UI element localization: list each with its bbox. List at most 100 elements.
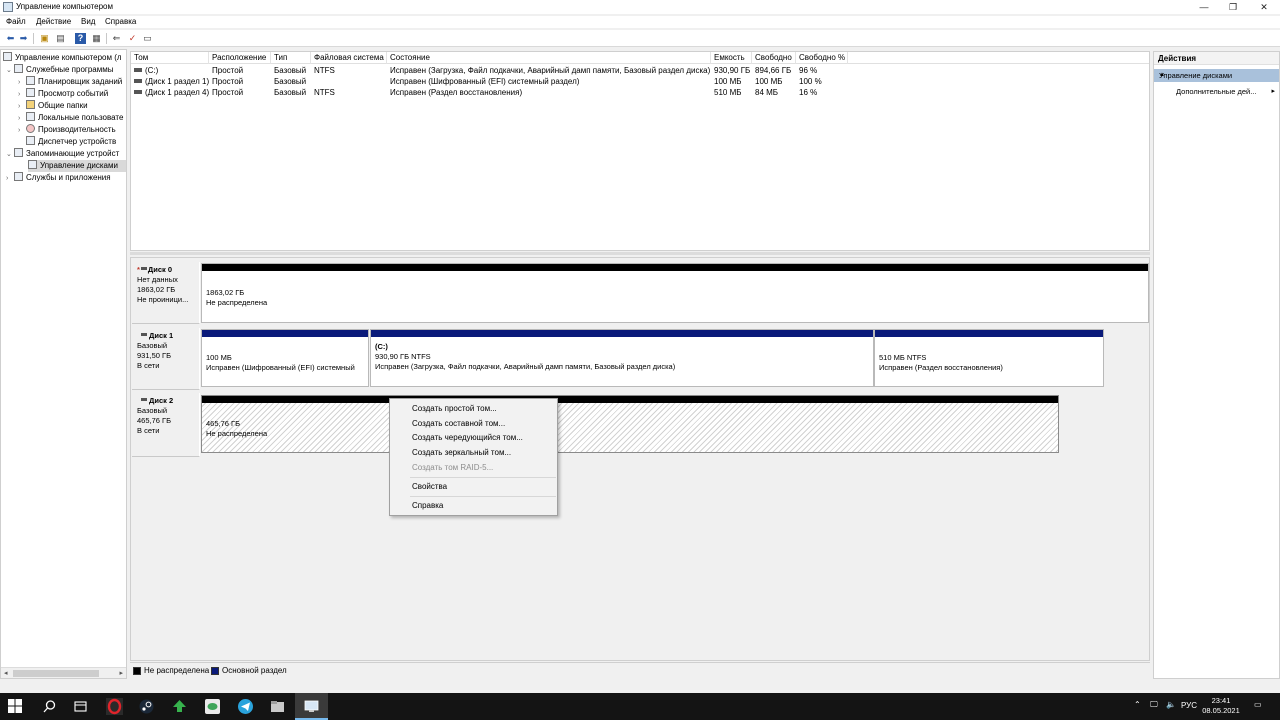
column-status[interactable]: Состояние <box>387 52 711 64</box>
tree-item-label: Локальные пользовате <box>38 113 124 122</box>
disk-1-label[interactable]: Диск 1 Базовый 931,50 ГБ В сети <box>132 328 200 390</box>
navigation-tree: Управление компьютером (л ⌄ Служебные про… <box>0 49 127 679</box>
tree-item-label: Общие папки <box>38 101 88 110</box>
volume-icon[interactable]: 🔈 <box>1166 700 1176 709</box>
collapse-chevron-icon[interactable]: ⌄ <box>6 149 14 161</box>
taskbar-active-app[interactable] <box>295 693 328 720</box>
volume-layout: Простой <box>212 77 244 86</box>
tree-item-event-viewer[interactable]: › Просмотр событий <box>18 88 108 100</box>
menu-item-new-simple-volume[interactable]: Создать простой том... <box>412 404 497 413</box>
tree-item-computer-management[interactable]: Управление компьютером (л <box>3 52 122 64</box>
table-row[interactable]: (Диск 1 раздел 1) Простой Базовый Исправ… <box>131 76 1149 87</box>
menu-view[interactable]: Вид <box>81 17 95 26</box>
disk-state: В сети <box>137 426 160 435</box>
tree-item-storage[interactable]: ⌄ Запоминающие устройст <box>6 148 119 160</box>
partition-size: 1863,02 ГБ <box>206 288 245 297</box>
task-view-icon[interactable] <box>72 698 89 715</box>
disk-icon <box>140 267 147 270</box>
column-type[interactable]: Тип <box>271 52 311 64</box>
expand-chevron-icon[interactable]: › <box>18 125 26 137</box>
notifications-icon[interactable]: ▭ <box>1254 700 1262 709</box>
actions-section-disk-management[interactable]: Управление дисками ▲ <box>1154 69 1279 82</box>
opera-icon[interactable] <box>106 698 123 715</box>
help-icon[interactable]: ? <box>75 33 86 44</box>
column-free-percent[interactable]: Свободно % <box>796 52 848 64</box>
column-volume[interactable]: Том <box>131 52 209 64</box>
menu-action[interactable]: Действие <box>36 17 71 26</box>
tree-item-system-tools[interactable]: ⌄ Служебные программы <box>6 64 113 76</box>
app-icon-white[interactable] <box>204 698 221 715</box>
tree-item-performance[interactable]: › Производительность <box>18 124 116 136</box>
disk-0-unallocated[interactable]: 1863,02 ГБ Не распределена <box>201 263 1149 323</box>
disk-1-c-partition[interactable]: (C:) 930,90 ГБ NTFS Исправен (Загрузка, … <box>370 329 874 387</box>
disk-1-efi-partition[interactable]: 100 МБ Исправен (Шифрованный (EFI) систе… <box>201 329 369 387</box>
tree-item-shared-folders[interactable]: › Общие папки <box>18 100 88 112</box>
collapse-icon[interactable]: ▲ <box>1159 72 1275 78</box>
disk-2-label[interactable]: Диск 2 Базовый 465,76 ГБ В сети <box>132 393 200 457</box>
menu-item-properties[interactable]: Свойства <box>412 482 447 491</box>
back-icon[interactable]: ⬅ <box>5 33 16 44</box>
tree-item-disk-management[interactable]: Управление дисками <box>28 160 126 172</box>
services-icon <box>14 172 23 181</box>
column-layout[interactable]: Расположение <box>209 52 271 64</box>
menu-file[interactable]: Файл <box>6 17 26 26</box>
menu-item-new-mirrored-volume[interactable]: Создать зеркальный том... <box>412 448 511 457</box>
scroll-left-icon[interactable]: ◂ <box>4 668 8 678</box>
pane-splitter[interactable] <box>130 252 1150 255</box>
volume-type: Базовый <box>274 88 307 97</box>
clock[interactable]: 23:41 08.05.2021 <box>1200 696 1242 716</box>
network-icon[interactable]: 🖵 <box>1150 700 1158 710</box>
actions-title: Действия <box>1158 54 1197 63</box>
partition-status: Не распределена <box>206 429 268 438</box>
checklist-icon[interactable]: ✓ <box>127 33 138 44</box>
clock-icon <box>26 76 35 85</box>
minimize-button[interactable]: — <box>1190 0 1218 14</box>
tree-item-label: Службы и приложения <box>26 173 111 182</box>
more-actions-link[interactable]: Дополнительные дей... <box>1176 87 1256 96</box>
tree-item-services-apps[interactable]: › Службы и приложения <box>6 172 111 184</box>
up-folder-icon[interactable]: ▣ <box>39 33 50 44</box>
language-indicator[interactable]: РУС <box>1181 701 1197 710</box>
disk-0-label[interactable]: * Диск 0 Нет данных 1863,02 ГБ Не проиниц… <box>132 262 200 324</box>
disk-map: * Диск 0 Нет данных 1863,02 ГБ Не проиниц… <box>130 257 1150 661</box>
telegram-icon[interactable] <box>237 698 254 715</box>
disk-state: Не проиници... <box>137 295 189 304</box>
partition-status: Исправен (Раздел восстановления) <box>879 363 1003 372</box>
view-icon[interactable]: ▦ <box>91 33 102 44</box>
storage-icon <box>14 148 23 157</box>
file-explorer-icon[interactable] <box>269 698 286 715</box>
search-icon[interactable] <box>41 698 58 715</box>
forward-icon[interactable]: ➡ <box>18 33 29 44</box>
partition-size: 930,90 ГБ NTFS <box>375 352 431 361</box>
show-hide-tree-icon[interactable]: ▤ <box>55 33 66 44</box>
menu-item-help[interactable]: Справка <box>412 501 443 510</box>
column-capacity[interactable]: Емкость <box>711 52 752 64</box>
column-free[interactable]: Свободно <box>752 52 796 64</box>
tree-item-task-scheduler[interactable]: › Планировщик заданий <box>18 76 122 88</box>
menu-help[interactable]: Справка <box>105 17 136 26</box>
collapse-chevron-icon[interactable]: ⌄ <box>6 65 14 77</box>
restore-button[interactable]: ❐ <box>1219 0 1247 14</box>
table-row[interactable]: (C:) Простой Базовый NTFS Исправен (Загр… <box>131 65 1149 76</box>
properties-icon[interactable]: ▭ <box>142 33 153 44</box>
menu-item-new-spanned-volume[interactable]: Создать составной том... <box>412 419 505 428</box>
horizontal-scrollbar[interactable]: ◂ ▸ <box>1 667 126 678</box>
app-icon-green[interactable] <box>171 698 188 715</box>
expand-chevron-icon[interactable]: › <box>6 173 14 185</box>
disk-management-icon <box>28 160 37 169</box>
disk-1-recovery-partition[interactable]: 510 МБ NTFS Исправен (Раздел восстановле… <box>874 329 1104 387</box>
show-hidden-icons-icon[interactable]: ⌃ <box>1134 700 1141 709</box>
scroll-right-icon[interactable]: ▸ <box>119 668 123 678</box>
scrollbar-thumb[interactable] <box>13 670 99 677</box>
tree-item-device-manager[interactable]: Диспетчер устройств <box>26 136 116 148</box>
column-filesystem[interactable]: Файловая система <box>311 52 387 64</box>
windows-start-icon[interactable] <box>8 699 22 713</box>
tree-item-local-users[interactable]: › Локальные пользовате <box>18 112 123 124</box>
table-row[interactable]: (Диск 1 раздел 4) Простой Базовый NTFS И… <box>131 87 1149 98</box>
disk-2-unallocated[interactable]: 465,76 ГБ Не распределена <box>201 395 1059 453</box>
menu-item-new-striped-volume[interactable]: Создать чередующийся том... <box>412 433 523 442</box>
steam-icon[interactable] <box>138 698 155 715</box>
close-button[interactable]: ✕ <box>1250 0 1278 14</box>
connect-icon[interactable]: ⇐ <box>111 33 122 44</box>
volume-capacity: 100 МБ <box>714 77 742 86</box>
